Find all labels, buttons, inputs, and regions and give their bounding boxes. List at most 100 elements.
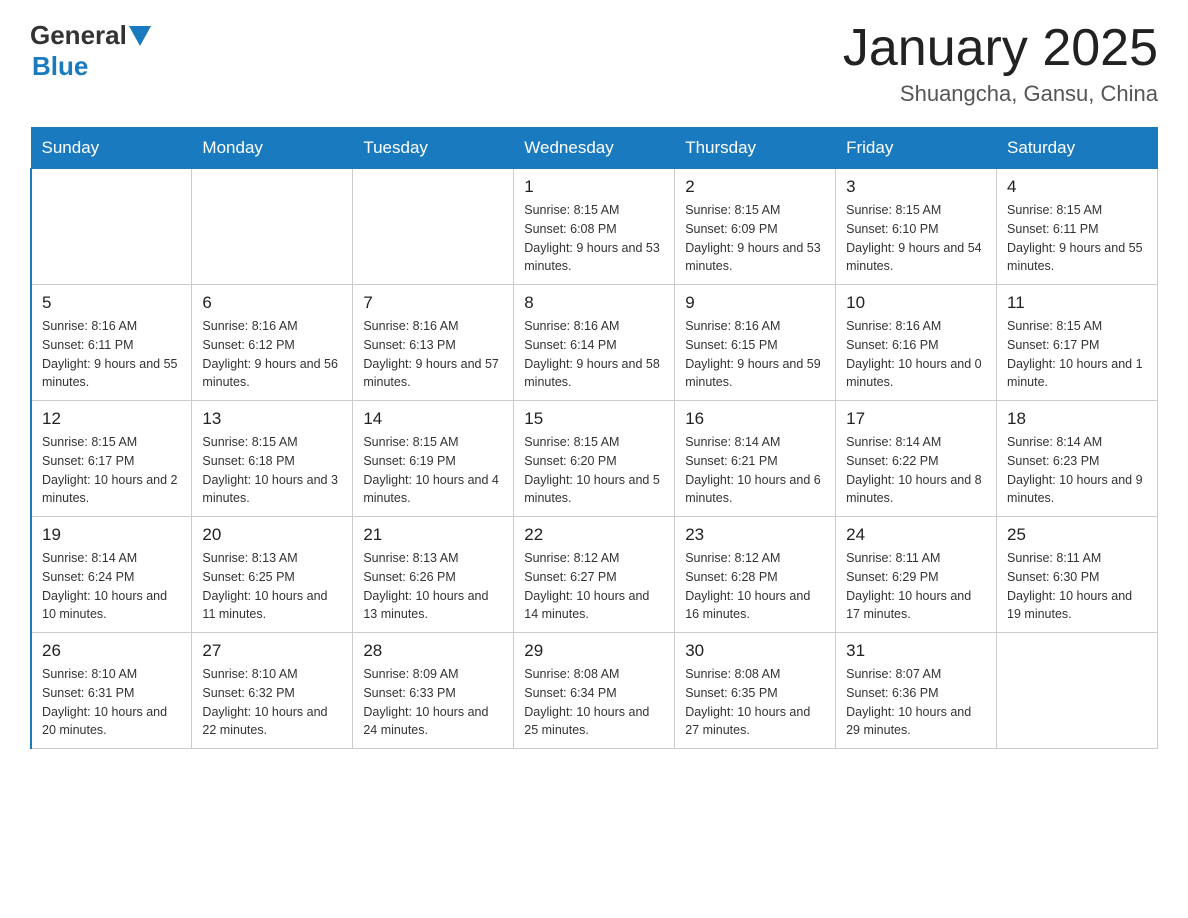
calendar-cell [192, 169, 353, 285]
day-info: Sunrise: 8:15 AM Sunset: 6:17 PM Dayligh… [42, 433, 181, 508]
calendar-cell: 31 Sunrise: 8:07 AM Sunset: 6:36 PM Dayli… [836, 633, 997, 749]
day-info: Sunrise: 8:08 AM Sunset: 6:35 PM Dayligh… [685, 665, 825, 740]
day-info: Sunrise: 8:14 AM Sunset: 6:22 PM Dayligh… [846, 433, 986, 508]
calendar-cell: 9 Sunrise: 8:16 AM Sunset: 6:15 PM Daylig… [675, 285, 836, 401]
calendar-week-row: 19 Sunrise: 8:14 AM Sunset: 6:24 PM Dayli… [31, 517, 1158, 633]
day-number: 16 [685, 409, 825, 429]
day-number: 20 [202, 525, 342, 545]
day-number: 22 [524, 525, 664, 545]
calendar-cell [353, 169, 514, 285]
calendar-cell: 28 Sunrise: 8:09 AM Sunset: 6:33 PM Dayli… [353, 633, 514, 749]
day-info: Sunrise: 8:15 AM Sunset: 6:18 PM Dayligh… [202, 433, 342, 508]
weekday-header-row: SundayMondayTuesdayWednesdayThursdayFrid… [31, 128, 1158, 169]
weekday-header-friday: Friday [836, 128, 997, 169]
day-number: 31 [846, 641, 986, 661]
page-header: General Blue January 2025 Shuangcha, Gan… [30, 20, 1158, 107]
day-info: Sunrise: 8:16 AM Sunset: 6:16 PM Dayligh… [846, 317, 986, 392]
calendar-week-row: 26Sunrise: 8:10 AM Sunset: 6:31 PM Dayli… [31, 633, 1158, 749]
day-number: 15 [524, 409, 664, 429]
calendar-cell: 3 Sunrise: 8:15 AM Sunset: 6:10 PM Daylig… [836, 169, 997, 285]
day-number: 19 [42, 525, 181, 545]
day-info: Sunrise: 8:14 AM Sunset: 6:21 PM Dayligh… [685, 433, 825, 508]
calendar-cell: 1 Sunrise: 8:15 AM Sunset: 6:08 PM Daylig… [514, 169, 675, 285]
calendar-cell: 23 Sunrise: 8:12 AM Sunset: 6:28 PM Dayli… [675, 517, 836, 633]
day-number: 3 [846, 177, 986, 197]
weekday-header-tuesday: Tuesday [353, 128, 514, 169]
day-info: Sunrise: 8:11 AM Sunset: 6:29 PM Dayligh… [846, 549, 986, 624]
calendar-cell: 10 Sunrise: 8:16 AM Sunset: 6:16 PM Dayli… [836, 285, 997, 401]
day-number: 8 [524, 293, 664, 313]
day-info: Sunrise: 8:15 AM Sunset: 6:09 PM Dayligh… [685, 201, 825, 276]
day-number: 6 [202, 293, 342, 313]
day-number: 13 [202, 409, 342, 429]
day-info: Sunrise: 8:15 AM Sunset: 6:08 PM Dayligh… [524, 201, 664, 276]
calendar-cell: 16 Sunrise: 8:14 AM Sunset: 6:21 PM Dayli… [675, 401, 836, 517]
day-number: 30 [685, 641, 825, 661]
day-info: Sunrise: 8:15 AM Sunset: 6:20 PM Dayligh… [524, 433, 664, 508]
title-section: January 2025 Shuangcha, Gansu, China [843, 20, 1158, 107]
day-number: 12 [42, 409, 181, 429]
calendar-cell: 5 Sunrise: 8:16 AM Sunset: 6:11 PM Daylig… [31, 285, 192, 401]
calendar-subtitle: Shuangcha, Gansu, China [843, 81, 1158, 107]
day-info: Sunrise: 8:07 AM Sunset: 6:36 PM Dayligh… [846, 665, 986, 740]
weekday-header-thursday: Thursday [675, 128, 836, 169]
calendar-title: January 2025 [843, 20, 1158, 77]
day-info: Sunrise: 8:16 AM Sunset: 6:12 PM Dayligh… [202, 317, 342, 392]
calendar-cell: 7 Sunrise: 8:16 AM Sunset: 6:13 PM Daylig… [353, 285, 514, 401]
day-info: Sunrise: 8:10 AM Sunset: 6:31 PM Dayligh… [42, 665, 181, 740]
day-info: Sunrise: 8:14 AM Sunset: 6:24 PM Dayligh… [42, 549, 181, 624]
calendar-cell: 13 Sunrise: 8:15 AM Sunset: 6:18 PM Dayli… [192, 401, 353, 517]
day-info: Sunrise: 8:16 AM Sunset: 6:14 PM Dayligh… [524, 317, 664, 392]
calendar-cell: 22 Sunrise: 8:12 AM Sunset: 6:27 PM Dayli… [514, 517, 675, 633]
day-info: Sunrise: 8:09 AM Sunset: 6:33 PM Dayligh… [363, 665, 503, 740]
day-number: 10 [846, 293, 986, 313]
calendar-cell: 24 Sunrise: 8:11 AM Sunset: 6:29 PM Dayli… [836, 517, 997, 633]
day-info: Sunrise: 8:11 AM Sunset: 6:30 PM Dayligh… [1007, 549, 1147, 624]
day-number: 18 [1007, 409, 1147, 429]
day-number: 9 [685, 293, 825, 313]
day-info: Sunrise: 8:16 AM Sunset: 6:11 PM Dayligh… [42, 317, 181, 392]
calendar-cell: 17Sunrise: 8:14 AM Sunset: 6:22 PM Dayli… [836, 401, 997, 517]
calendar-cell: 11Sunrise: 8:15 AM Sunset: 6:17 PM Dayli… [997, 285, 1158, 401]
day-number: 24 [846, 525, 986, 545]
calendar-cell: 26Sunrise: 8:10 AM Sunset: 6:31 PM Dayli… [31, 633, 192, 749]
day-info: Sunrise: 8:13 AM Sunset: 6:26 PM Dayligh… [363, 549, 503, 624]
day-info: Sunrise: 8:14 AM Sunset: 6:23 PM Dayligh… [1007, 433, 1147, 508]
day-info: Sunrise: 8:10 AM Sunset: 6:32 PM Dayligh… [202, 665, 342, 740]
day-info: Sunrise: 8:12 AM Sunset: 6:28 PM Dayligh… [685, 549, 825, 624]
calendar-cell: 29Sunrise: 8:08 AM Sunset: 6:34 PM Dayli… [514, 633, 675, 749]
day-number: 25 [1007, 525, 1147, 545]
calendar-cell: 4Sunrise: 8:15 AM Sunset: 6:11 PM Daylig… [997, 169, 1158, 285]
day-number: 29 [524, 641, 664, 661]
logo: General Blue [30, 20, 151, 82]
day-number: 1 [524, 177, 664, 197]
day-number: 23 [685, 525, 825, 545]
calendar-cell: 14Sunrise: 8:15 AM Sunset: 6:19 PM Dayli… [353, 401, 514, 517]
calendar-cell: 12 Sunrise: 8:15 AM Sunset: 6:17 PM Dayli… [31, 401, 192, 517]
day-info: Sunrise: 8:15 AM Sunset: 6:11 PM Dayligh… [1007, 201, 1147, 276]
calendar-week-row: 12 Sunrise: 8:15 AM Sunset: 6:17 PM Dayli… [31, 401, 1158, 517]
day-number: 28 [363, 641, 503, 661]
day-info: Sunrise: 8:12 AM Sunset: 6:27 PM Dayligh… [524, 549, 664, 624]
calendar-cell: 15 Sunrise: 8:15 AM Sunset: 6:20 PM Dayli… [514, 401, 675, 517]
weekday-header-sunday: Sunday [31, 128, 192, 169]
logo-blue-text: Blue [32, 51, 88, 82]
day-number: 27 [202, 641, 342, 661]
day-number: 21 [363, 525, 503, 545]
day-info: Sunrise: 8:15 AM Sunset: 6:10 PM Dayligh… [846, 201, 986, 276]
day-number: 5 [42, 293, 181, 313]
calendar-table: SundayMondayTuesdayWednesdayThursdayFrid… [30, 127, 1158, 749]
calendar-cell [997, 633, 1158, 749]
day-number: 7 [363, 293, 503, 313]
day-info: Sunrise: 8:13 AM Sunset: 6:25 PM Dayligh… [202, 549, 342, 624]
day-number: 2 [685, 177, 825, 197]
calendar-cell: 25 Sunrise: 8:11 AM Sunset: 6:30 PM Dayli… [997, 517, 1158, 633]
calendar-cell: 8 Sunrise: 8:16 AM Sunset: 6:14 PM Daylig… [514, 285, 675, 401]
calendar-cell: 27 Sunrise: 8:10 AM Sunset: 6:32 PM Dayli… [192, 633, 353, 749]
day-info: Sunrise: 8:16 AM Sunset: 6:13 PM Dayligh… [363, 317, 503, 392]
weekday-header-monday: Monday [192, 128, 353, 169]
weekday-header-saturday: Saturday [997, 128, 1158, 169]
day-info: Sunrise: 8:16 AM Sunset: 6:15 PM Dayligh… [685, 317, 825, 392]
weekday-header-wednesday: Wednesday [514, 128, 675, 169]
calendar-cell: 21 Sunrise: 8:13 AM Sunset: 6:26 PM Dayli… [353, 517, 514, 633]
